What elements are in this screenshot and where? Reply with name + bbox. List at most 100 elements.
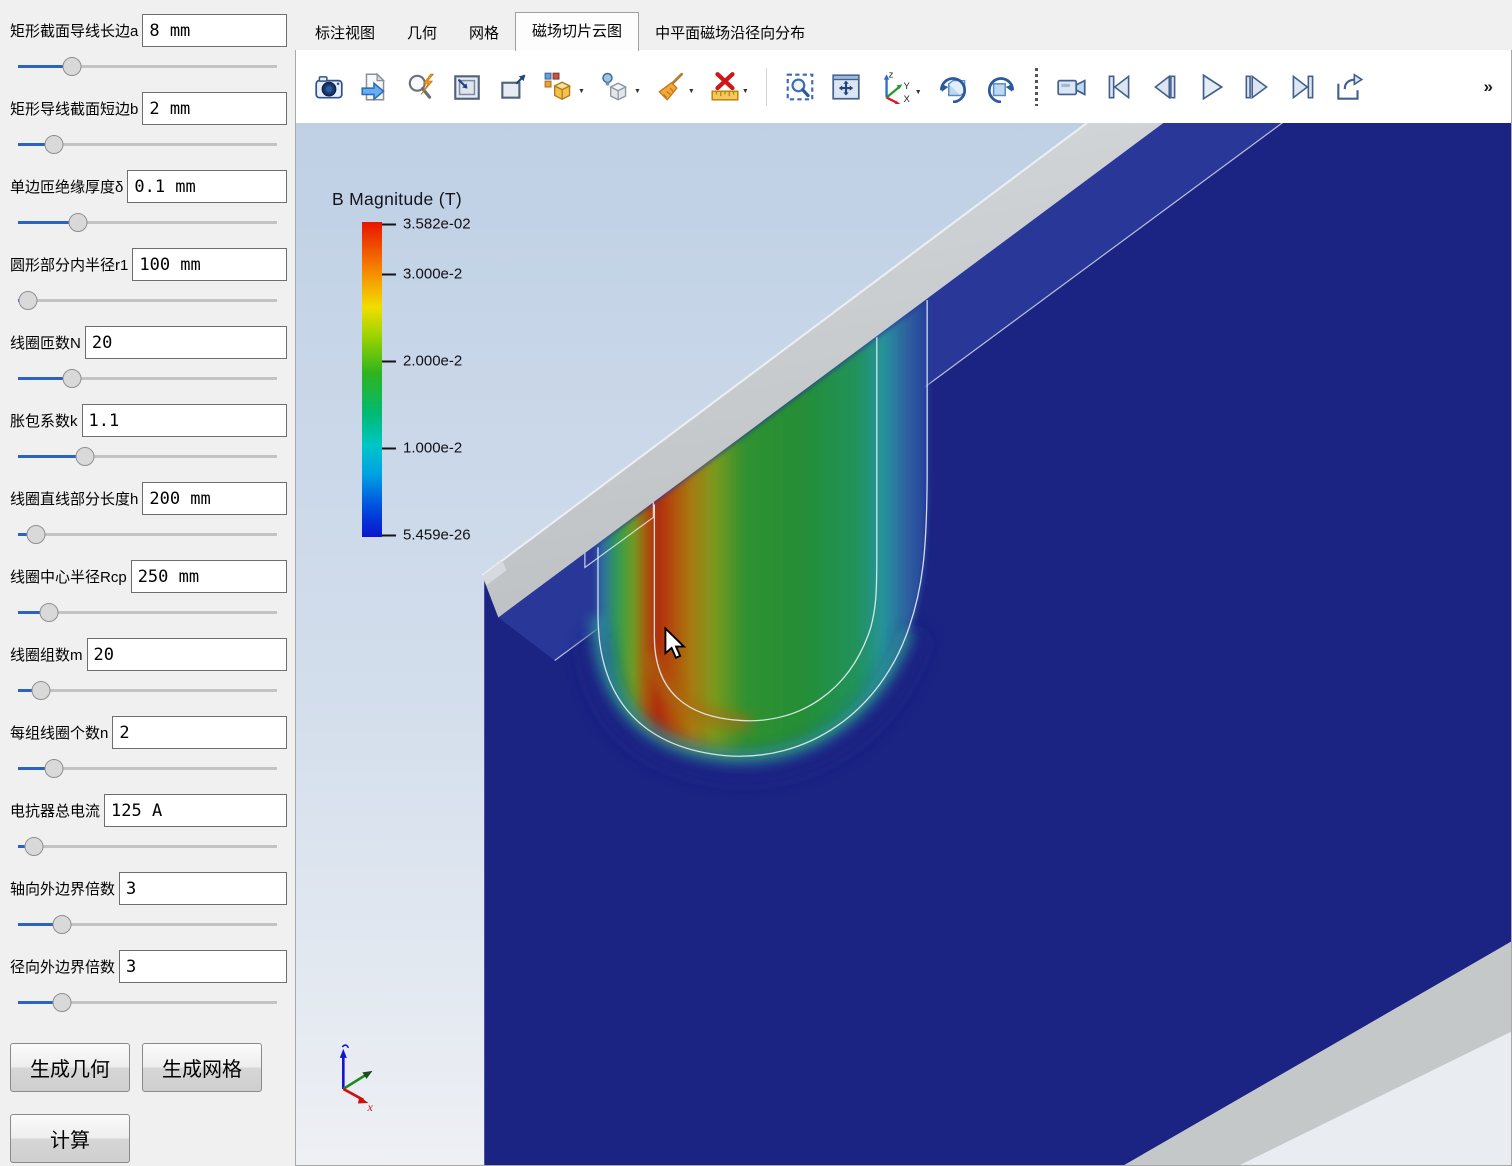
param-slider[interactable]	[18, 523, 277, 547]
clean-sweep-button[interactable]: ▼	[652, 68, 698, 106]
slider-thumb[interactable]	[53, 915, 72, 934]
export-animation-button[interactable]	[1330, 68, 1368, 106]
slider-track[interactable]	[18, 533, 277, 536]
param-input[interactable]	[119, 872, 287, 905]
view-orientation-button[interactable]: z Y X ▼	[873, 67, 925, 107]
param-slider[interactable]	[18, 991, 277, 1015]
go-to-end-icon	[1287, 71, 1319, 103]
rotate-counterclockwise-button[interactable]	[981, 68, 1021, 106]
previous-frame-button[interactable]	[1146, 68, 1184, 106]
slider-thumb[interactable]	[68, 213, 87, 232]
param-slider[interactable]	[18, 679, 277, 703]
application-window: 矩形截面导线长边a 矩形导线截面短边b 单边匝绝缘厚度δ	[0, 0, 1512, 1166]
slider-track[interactable]	[18, 845, 277, 848]
param-slider[interactable]	[18, 835, 277, 859]
camera-button[interactable]	[310, 68, 348, 106]
toolbar-overflow-button[interactable]: »	[1484, 77, 1497, 97]
param-input[interactable]	[142, 482, 287, 515]
param-input[interactable]	[131, 560, 287, 593]
zoom-box-in-icon	[451, 71, 483, 103]
param-bulge-factor-k: 胀包系数k	[10, 404, 287, 469]
param-input[interactable]	[82, 404, 287, 437]
param-label: 线圈匝数N	[10, 332, 81, 353]
go-to-start-button[interactable]	[1100, 68, 1138, 106]
fit-to-window-button[interactable]	[827, 68, 865, 106]
param-center-radius-Rcp: 线圈中心半径Rcp	[10, 560, 287, 625]
tab-geometry[interactable]: 几何	[391, 15, 453, 51]
param-slider[interactable]	[18, 211, 277, 235]
dropdown-caret-icon[interactable]: ▼	[578, 87, 585, 103]
param-slider[interactable]	[18, 445, 277, 469]
tab-annotated-view[interactable]: 标注视图	[299, 15, 391, 51]
param-input[interactable]	[119, 950, 287, 983]
param-input[interactable]	[87, 638, 288, 671]
display-mode-button[interactable]: ▼	[540, 68, 588, 106]
zoom-box-in-button[interactable]	[448, 68, 486, 106]
param-input[interactable]	[112, 716, 287, 749]
generate-mesh-button[interactable]: 生成网格	[142, 1043, 262, 1092]
param-label: 电抗器总电流	[10, 800, 100, 821]
slider-track[interactable]	[18, 299, 277, 302]
svg-text:X: X	[903, 93, 910, 103]
slider-thumb[interactable]	[45, 135, 64, 154]
slider-thumb[interactable]	[27, 525, 46, 544]
parameter-sidebar: 矩形截面导线长边a 矩形导线截面短边b 单边匝绝缘厚度δ	[0, 0, 295, 1166]
slider-thumb[interactable]	[40, 603, 59, 622]
param-slider[interactable]	[18, 757, 277, 781]
zoom-to-selection-button[interactable]	[781, 68, 819, 106]
step-forward-button[interactable]	[1238, 68, 1276, 106]
field-plot-viewport[interactable]: x B Magnitude (T) 3.582e-02	[296, 123, 1511, 1165]
go-to-end-button[interactable]	[1284, 68, 1322, 106]
param-input[interactable]	[142, 92, 287, 125]
tab-field-slice-plot[interactable]: 磁场切片云图	[515, 12, 639, 51]
dropdown-caret-icon[interactable]: ▼	[915, 88, 922, 104]
slider-thumb[interactable]	[24, 837, 43, 856]
rotate-counterclockwise-icon	[984, 71, 1018, 103]
slider-track[interactable]	[18, 689, 277, 692]
param-label: 圆形部分内半径r1	[10, 254, 128, 275]
field-slice-3d-scene: x	[296, 123, 1511, 1165]
component-visibility-button[interactable]: ▼	[596, 68, 644, 106]
param-label: 线圈组数m	[10, 644, 83, 665]
calculate-button[interactable]: 计算	[10, 1114, 130, 1163]
slider-thumb[interactable]	[53, 993, 72, 1012]
param-label: 径向外边界倍数	[10, 956, 115, 977]
tab-mesh[interactable]: 网格	[453, 15, 515, 51]
tab-midplane-radial-field[interactable]: 中平面磁场沿径向分布	[639, 15, 821, 51]
param-slider[interactable]	[18, 289, 277, 313]
dropdown-caret-icon[interactable]: ▼	[634, 87, 641, 103]
rotate-clockwise-button[interactable]	[933, 68, 973, 106]
tab-page: ▼ ▼	[295, 49, 1512, 1166]
param-slider[interactable]	[18, 133, 277, 157]
slider-thumb[interactable]	[32, 681, 51, 700]
dropdown-caret-icon[interactable]: ▼	[742, 87, 749, 103]
zoom-box-out-button[interactable]	[494, 68, 532, 106]
slider-thumb[interactable]	[45, 759, 64, 778]
zoom-flash-button[interactable]	[402, 68, 440, 106]
param-slider[interactable]	[18, 367, 277, 391]
slider-thumb[interactable]	[63, 57, 82, 76]
param-axial-boundary-multiple: 轴向外边界倍数	[10, 872, 287, 937]
param-insulation-thickness: 单边匝绝缘厚度δ	[10, 170, 287, 235]
slider-thumb[interactable]	[63, 369, 82, 388]
dropdown-caret-icon[interactable]: ▼	[688, 87, 695, 103]
param-slider[interactable]	[18, 601, 277, 625]
param-input[interactable]	[142, 14, 287, 47]
param-slider[interactable]	[18, 913, 277, 937]
slider-thumb[interactable]	[19, 291, 38, 310]
param-input[interactable]	[127, 170, 287, 203]
delete-measurement-icon	[709, 71, 741, 103]
param-input[interactable]	[132, 248, 287, 281]
param-input[interactable]	[104, 794, 287, 827]
svg-text:Y: Y	[903, 81, 910, 92]
generate-geometry-button[interactable]: 生成几何	[10, 1043, 130, 1092]
param-slider[interactable]	[18, 55, 277, 79]
export-image-button[interactable]	[356, 68, 394, 106]
slider-thumb[interactable]	[76, 447, 95, 466]
param-straight-length-h: 线圈直线部分长度h	[10, 482, 287, 547]
param-input[interactable]	[85, 326, 287, 359]
param-label: 胀包系数k	[10, 410, 78, 431]
record-video-button[interactable]	[1052, 68, 1092, 106]
delete-measurement-button[interactable]: ▼	[706, 68, 752, 106]
play-button[interactable]	[1192, 68, 1230, 106]
